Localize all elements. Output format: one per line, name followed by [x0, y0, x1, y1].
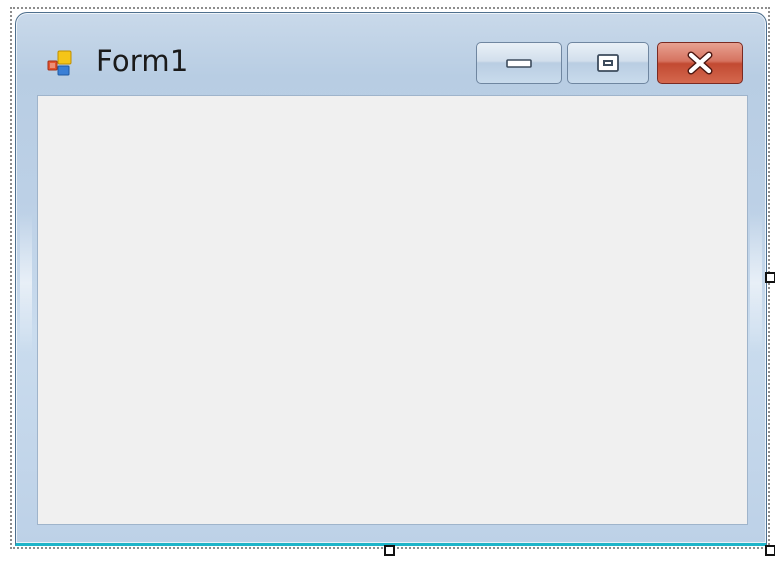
resize-grip-bottom-right[interactable] [765, 545, 775, 556]
maximize-button[interactable] [567, 42, 649, 84]
form-app-icon[interactable] [46, 49, 74, 77]
designer-surface: Form1 [0, 0, 775, 561]
title-bar[interactable]: Form1 [16, 13, 766, 95]
form-client-area[interactable] [37, 95, 748, 525]
resize-grip-right[interactable] [765, 272, 775, 283]
minimize-button[interactable] [476, 42, 562, 84]
form-window[interactable]: Form1 [15, 12, 767, 546]
resize-grip-bottom[interactable] [384, 545, 395, 556]
window-title: Form1 [96, 44, 189, 78]
close-button[interactable] [657, 42, 743, 84]
